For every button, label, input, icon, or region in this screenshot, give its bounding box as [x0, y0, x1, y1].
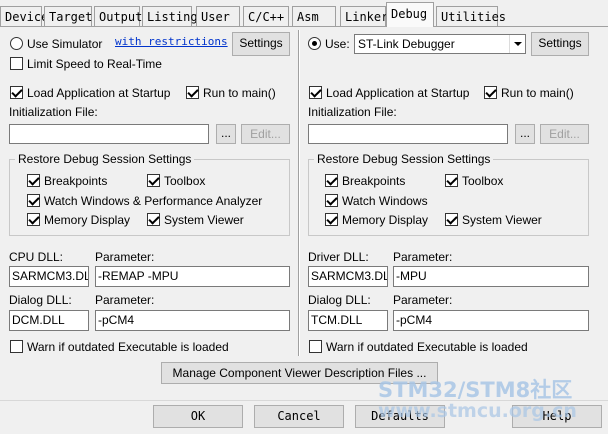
right-driver-param-input[interactable]: -MPU [393, 266, 589, 287]
right-watch-windows-label: Watch Windows [342, 194, 428, 208]
right-load-app-checkbox[interactable] [309, 86, 322, 99]
right-dialog-dll-label: Dialog DLL: [308, 293, 371, 307]
left-dialog-param-label: Parameter: [95, 293, 155, 307]
use-simulator-label: Use Simulator [27, 37, 103, 51]
tab-asm[interactable]: Asm [292, 6, 336, 26]
right-load-app-label: Load Application at Startup [326, 86, 470, 100]
left-init-file-input[interactable] [9, 124, 209, 144]
left-cpu-param-input[interactable]: -REMAP -MPU [95, 266, 290, 287]
debugger-select[interactable]: ST-Link Debugger [354, 34, 526, 54]
left-watch-windows-checkbox[interactable] [27, 194, 40, 207]
left-memory-display-checkbox[interactable] [27, 213, 40, 226]
left-breakpoints-label: Breakpoints [44, 174, 108, 188]
right-breakpoints-checkbox[interactable] [325, 174, 338, 187]
tab-cc[interactable]: C/C++ [243, 6, 289, 26]
right-warn-label: Warn if outdated Executable is loaded [326, 340, 528, 354]
left-watch-windows-label: Watch Windows & Performance Analyzer [44, 194, 263, 208]
left-warn-checkbox[interactable] [10, 340, 23, 353]
left-load-app-label: Load Application at Startup [27, 86, 171, 100]
left-system-viewer-label: System Viewer [164, 213, 244, 227]
left-system-viewer-checkbox[interactable] [147, 213, 160, 226]
left-dialog-param-input[interactable]: -pCM4 [95, 310, 290, 331]
right-warn-checkbox[interactable] [309, 340, 322, 353]
tab-listing[interactable]: Listing [142, 6, 198, 26]
tab-output[interactable]: Output [94, 6, 142, 26]
left-load-app-checkbox[interactable] [10, 86, 23, 99]
right-memory-display-checkbox[interactable] [325, 213, 338, 226]
left-toolbox-checkbox[interactable] [147, 174, 160, 187]
tab-strip: Device Target Output Listing User C/C++ … [0, 0, 608, 27]
right-watch-windows-checkbox[interactable] [325, 194, 338, 207]
right-restore-group-title: Restore Debug Session Settings [314, 152, 494, 166]
right-browse-button[interactable]: ... [515, 124, 535, 144]
left-warn-label: Warn if outdated Executable is loaded [27, 340, 229, 354]
left-memory-display-label: Memory Display [44, 213, 131, 227]
limit-speed-checkbox[interactable] [10, 57, 23, 70]
right-run-to-main-label: Run to main() [501, 86, 574, 100]
right-system-viewer-label: System Viewer [462, 213, 542, 227]
left-cpu-param-label: Parameter: [95, 250, 155, 264]
right-system-viewer-checkbox[interactable] [445, 213, 458, 226]
right-memory-display-label: Memory Display [342, 213, 429, 227]
restrictions-link[interactable]: with restrictions [115, 35, 228, 48]
left-run-to-main-checkbox[interactable] [186, 86, 199, 99]
watermark-url: www.stmcu.org.cn [378, 400, 577, 422]
left-init-file-label: Initialization File: [9, 105, 98, 119]
tab-target[interactable]: Target [44, 6, 92, 26]
right-driver-dll-label: Driver DLL: [308, 250, 369, 264]
left-edit-button[interactable]: Edit... [241, 124, 290, 144]
left-toolbox-label: Toolbox [164, 174, 206, 188]
left-browse-button[interactable]: ... [216, 124, 236, 144]
tab-debug[interactable]: Debug [386, 2, 434, 27]
right-driver-dll-input[interactable]: SARMCM3.DLL [308, 266, 388, 287]
right-dialog-param-label: Parameter: [393, 293, 453, 307]
tab-user[interactable]: User [196, 6, 240, 26]
left-breakpoints-checkbox[interactable] [27, 174, 40, 187]
left-cpu-dll-label: CPU DLL: [9, 250, 64, 264]
tab-utilities[interactable]: Utilities [436, 6, 506, 26]
left-run-to-main-label: Run to main() [203, 86, 276, 100]
right-init-file-input[interactable] [308, 124, 508, 144]
right-edit-button[interactable]: Edit... [540, 124, 589, 144]
debugger-select-value: ST-Link Debugger [358, 37, 455, 51]
panel-divider [298, 30, 300, 356]
right-dialog-dll-input[interactable]: TCM.DLL [308, 310, 388, 331]
limit-speed-label: Limit Speed to Real-Time [27, 57, 162, 71]
simulator-settings-button[interactable]: Settings [232, 32, 290, 56]
tab-linker[interactable]: Linker [340, 6, 388, 26]
left-dialog-dll-input[interactable]: DCM.DLL [9, 310, 89, 331]
use-debugger-radio[interactable] [308, 37, 321, 50]
cancel-button[interactable]: Cancel [254, 405, 344, 428]
right-init-file-label: Initialization File: [308, 105, 397, 119]
use-simulator-radio[interactable] [10, 37, 23, 50]
chevron-down-icon [509, 35, 525, 53]
right-run-to-main-checkbox[interactable] [484, 86, 497, 99]
right-breakpoints-label: Breakpoints [342, 174, 406, 188]
right-toolbox-checkbox[interactable] [445, 174, 458, 187]
left-restore-group-title: Restore Debug Session Settings [15, 152, 195, 166]
ok-button[interactable]: OK [153, 405, 243, 428]
left-cpu-dll-input[interactable]: SARMCM3.DLL [9, 266, 89, 287]
right-toolbox-label: Toolbox [462, 174, 504, 188]
right-driver-param-label: Parameter: [393, 250, 453, 264]
debugger-settings-button[interactable]: Settings [531, 32, 589, 56]
use-label: Use: [325, 37, 350, 51]
tab-device[interactable]: Device [0, 6, 48, 26]
right-dialog-param-input[interactable]: -pCM4 [393, 310, 589, 331]
left-dialog-dll-label: Dialog DLL: [9, 293, 72, 307]
